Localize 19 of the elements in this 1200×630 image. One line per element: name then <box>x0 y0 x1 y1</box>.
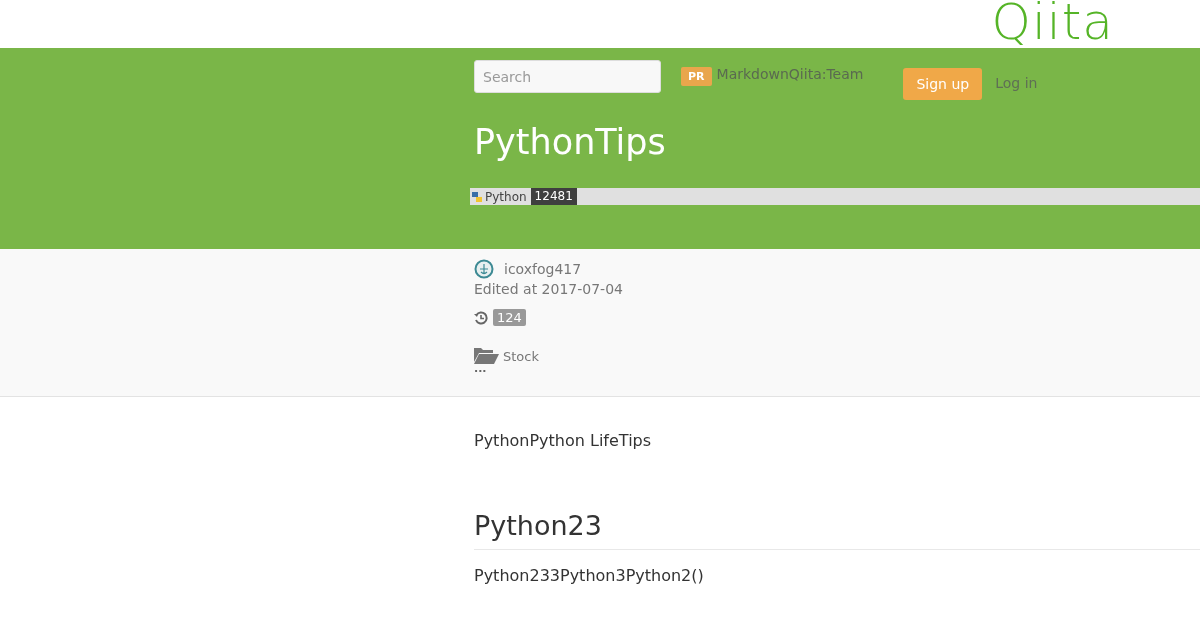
folder-icon[interactable] <box>474 346 499 364</box>
body-paragraph: Python233Python3Python2() <box>474 566 705 585</box>
history-icon[interactable] <box>474 310 488 325</box>
article-title: PythonTips <box>474 122 667 162</box>
history-count: 124 <box>493 309 526 326</box>
edited-date: Edited at 2017-07-04 <box>474 281 624 297</box>
author-link[interactable]: icoxfog417 <box>504 261 582 277</box>
log-in-link[interactable]: Log in <box>995 75 1038 91</box>
body-paragraph: PythonPython LifeTips <box>474 431 653 450</box>
tag-count: 12481 <box>530 188 577 205</box>
stock-label[interactable]: Stock <box>503 349 539 364</box>
avatar-icon <box>474 259 494 279</box>
section-heading: Python23 <box>474 510 1200 550</box>
more-menu[interactable]: ··· <box>474 368 488 376</box>
search-field[interactable]: Search <box>474 60 661 93</box>
pr-badge: PR <box>681 67 712 86</box>
tag-link[interactable]: Python <box>485 189 527 204</box>
promo-link[interactable]: MarkdownQiita:Team <box>716 66 864 82</box>
logo[interactable]: Qiita <box>991 0 1114 48</box>
